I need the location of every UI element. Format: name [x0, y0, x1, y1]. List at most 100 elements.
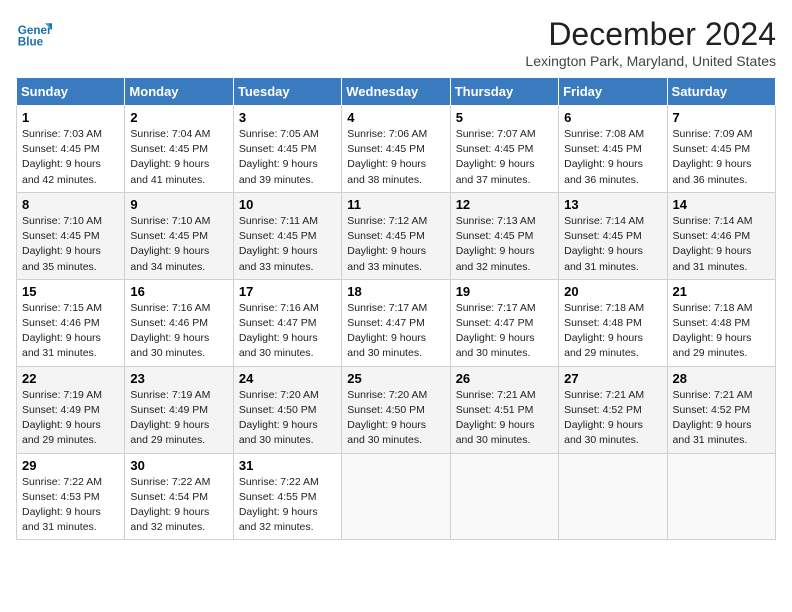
- day-number: 31: [239, 458, 336, 473]
- day-info: Sunrise: 7:12 AM Sunset: 4:45 PM Dayligh…: [347, 214, 444, 275]
- day-number: 10: [239, 197, 336, 212]
- header-sunday: Sunday: [17, 78, 125, 106]
- calendar-cell: [559, 453, 667, 540]
- day-info: Sunrise: 7:07 AM Sunset: 4:45 PM Dayligh…: [456, 127, 553, 188]
- day-info: Sunrise: 7:19 AM Sunset: 4:49 PM Dayligh…: [130, 388, 227, 449]
- page-header: General Blue December 2024 Lexington Par…: [16, 16, 776, 69]
- day-info: Sunrise: 7:19 AM Sunset: 4:49 PM Dayligh…: [22, 388, 119, 449]
- day-number: 9: [130, 197, 227, 212]
- calendar-cell: 24 Sunrise: 7:20 AM Sunset: 4:50 PM Dayl…: [233, 366, 341, 453]
- calendar-cell: 11 Sunrise: 7:12 AM Sunset: 4:45 PM Dayl…: [342, 192, 450, 279]
- day-info: Sunrise: 7:15 AM Sunset: 4:46 PM Dayligh…: [22, 301, 119, 362]
- day-info: Sunrise: 7:18 AM Sunset: 4:48 PM Dayligh…: [564, 301, 661, 362]
- day-info: Sunrise: 7:20 AM Sunset: 4:50 PM Dayligh…: [347, 388, 444, 449]
- header-friday: Friday: [559, 78, 667, 106]
- calendar-cell: 14 Sunrise: 7:14 AM Sunset: 4:46 PM Dayl…: [667, 192, 775, 279]
- month-title: December 2024: [525, 16, 776, 53]
- day-info: Sunrise: 7:06 AM Sunset: 4:45 PM Dayligh…: [347, 127, 444, 188]
- calendar-week-row: 8 Sunrise: 7:10 AM Sunset: 4:45 PM Dayli…: [17, 192, 776, 279]
- calendar-cell: 23 Sunrise: 7:19 AM Sunset: 4:49 PM Dayl…: [125, 366, 233, 453]
- calendar-cell: 7 Sunrise: 7:09 AM Sunset: 4:45 PM Dayli…: [667, 106, 775, 193]
- day-number: 28: [673, 371, 770, 386]
- day-info: Sunrise: 7:20 AM Sunset: 4:50 PM Dayligh…: [239, 388, 336, 449]
- day-info: Sunrise: 7:21 AM Sunset: 4:52 PM Dayligh…: [564, 388, 661, 449]
- header-monday: Monday: [125, 78, 233, 106]
- header-saturday: Saturday: [667, 78, 775, 106]
- calendar-week-row: 15 Sunrise: 7:15 AM Sunset: 4:46 PM Dayl…: [17, 279, 776, 366]
- day-info: Sunrise: 7:22 AM Sunset: 4:53 PM Dayligh…: [22, 475, 119, 536]
- calendar-week-row: 1 Sunrise: 7:03 AM Sunset: 4:45 PM Dayli…: [17, 106, 776, 193]
- day-number: 5: [456, 110, 553, 125]
- day-info: Sunrise: 7:22 AM Sunset: 4:55 PM Dayligh…: [239, 475, 336, 536]
- calendar-cell: 21 Sunrise: 7:18 AM Sunset: 4:48 PM Dayl…: [667, 279, 775, 366]
- day-number: 7: [673, 110, 770, 125]
- logo: General Blue: [16, 16, 52, 52]
- svg-text:Blue: Blue: [18, 36, 44, 49]
- day-info: Sunrise: 7:13 AM Sunset: 4:45 PM Dayligh…: [456, 214, 553, 275]
- calendar-cell: 22 Sunrise: 7:19 AM Sunset: 4:49 PM Dayl…: [17, 366, 125, 453]
- day-number: 19: [456, 284, 553, 299]
- day-info: Sunrise: 7:08 AM Sunset: 4:45 PM Dayligh…: [564, 127, 661, 188]
- day-info: Sunrise: 7:03 AM Sunset: 4:45 PM Dayligh…: [22, 127, 119, 188]
- calendar-cell: 30 Sunrise: 7:22 AM Sunset: 4:54 PM Dayl…: [125, 453, 233, 540]
- day-number: 29: [22, 458, 119, 473]
- day-info: Sunrise: 7:05 AM Sunset: 4:45 PM Dayligh…: [239, 127, 336, 188]
- calendar-cell: [667, 453, 775, 540]
- day-number: 25: [347, 371, 444, 386]
- day-number: 4: [347, 110, 444, 125]
- day-info: Sunrise: 7:16 AM Sunset: 4:46 PM Dayligh…: [130, 301, 227, 362]
- logo-icon: General Blue: [16, 16, 52, 52]
- calendar-table: SundayMondayTuesdayWednesdayThursdayFrid…: [16, 77, 776, 540]
- calendar-cell: 29 Sunrise: 7:22 AM Sunset: 4:53 PM Dayl…: [17, 453, 125, 540]
- day-number: 8: [22, 197, 119, 212]
- day-number: 12: [456, 197, 553, 212]
- day-info: Sunrise: 7:11 AM Sunset: 4:45 PM Dayligh…: [239, 214, 336, 275]
- calendar-cell: 10 Sunrise: 7:11 AM Sunset: 4:45 PM Dayl…: [233, 192, 341, 279]
- day-number: 17: [239, 284, 336, 299]
- day-info: Sunrise: 7:10 AM Sunset: 4:45 PM Dayligh…: [22, 214, 119, 275]
- calendar-cell: 26 Sunrise: 7:21 AM Sunset: 4:51 PM Dayl…: [450, 366, 558, 453]
- calendar-cell: 3 Sunrise: 7:05 AM Sunset: 4:45 PM Dayli…: [233, 106, 341, 193]
- day-number: 16: [130, 284, 227, 299]
- day-info: Sunrise: 7:10 AM Sunset: 4:45 PM Dayligh…: [130, 214, 227, 275]
- calendar-cell: 12 Sunrise: 7:13 AM Sunset: 4:45 PM Dayl…: [450, 192, 558, 279]
- day-number: 21: [673, 284, 770, 299]
- calendar-cell: 27 Sunrise: 7:21 AM Sunset: 4:52 PM Dayl…: [559, 366, 667, 453]
- calendar-cell: [450, 453, 558, 540]
- calendar-week-row: 29 Sunrise: 7:22 AM Sunset: 4:53 PM Dayl…: [17, 453, 776, 540]
- day-info: Sunrise: 7:16 AM Sunset: 4:47 PM Dayligh…: [239, 301, 336, 362]
- title-area: December 2024 Lexington Park, Maryland, …: [525, 16, 776, 69]
- day-number: 26: [456, 371, 553, 386]
- calendar-cell: 2 Sunrise: 7:04 AM Sunset: 4:45 PM Dayli…: [125, 106, 233, 193]
- day-number: 27: [564, 371, 661, 386]
- day-info: Sunrise: 7:04 AM Sunset: 4:45 PM Dayligh…: [130, 127, 227, 188]
- calendar-cell: 16 Sunrise: 7:16 AM Sunset: 4:46 PM Dayl…: [125, 279, 233, 366]
- day-info: Sunrise: 7:14 AM Sunset: 4:45 PM Dayligh…: [564, 214, 661, 275]
- calendar-header-row: SundayMondayTuesdayWednesdayThursdayFrid…: [17, 78, 776, 106]
- day-number: 20: [564, 284, 661, 299]
- calendar-cell: 18 Sunrise: 7:17 AM Sunset: 4:47 PM Dayl…: [342, 279, 450, 366]
- day-info: Sunrise: 7:09 AM Sunset: 4:45 PM Dayligh…: [673, 127, 770, 188]
- calendar-cell: 25 Sunrise: 7:20 AM Sunset: 4:50 PM Dayl…: [342, 366, 450, 453]
- day-number: 30: [130, 458, 227, 473]
- day-number: 24: [239, 371, 336, 386]
- day-number: 13: [564, 197, 661, 212]
- day-info: Sunrise: 7:17 AM Sunset: 4:47 PM Dayligh…: [456, 301, 553, 362]
- calendar-cell: 4 Sunrise: 7:06 AM Sunset: 4:45 PM Dayli…: [342, 106, 450, 193]
- day-number: 6: [564, 110, 661, 125]
- day-number: 15: [22, 284, 119, 299]
- calendar-cell: 28 Sunrise: 7:21 AM Sunset: 4:52 PM Dayl…: [667, 366, 775, 453]
- calendar-cell: 17 Sunrise: 7:16 AM Sunset: 4:47 PM Dayl…: [233, 279, 341, 366]
- day-number: 18: [347, 284, 444, 299]
- calendar-cell: 31 Sunrise: 7:22 AM Sunset: 4:55 PM Dayl…: [233, 453, 341, 540]
- day-number: 22: [22, 371, 119, 386]
- calendar-cell: 15 Sunrise: 7:15 AM Sunset: 4:46 PM Dayl…: [17, 279, 125, 366]
- day-info: Sunrise: 7:21 AM Sunset: 4:51 PM Dayligh…: [456, 388, 553, 449]
- day-number: 2: [130, 110, 227, 125]
- day-info: Sunrise: 7:18 AM Sunset: 4:48 PM Dayligh…: [673, 301, 770, 362]
- calendar-cell: 8 Sunrise: 7:10 AM Sunset: 4:45 PM Dayli…: [17, 192, 125, 279]
- calendar-cell: 19 Sunrise: 7:17 AM Sunset: 4:47 PM Dayl…: [450, 279, 558, 366]
- day-info: Sunrise: 7:14 AM Sunset: 4:46 PM Dayligh…: [673, 214, 770, 275]
- header-wednesday: Wednesday: [342, 78, 450, 106]
- day-info: Sunrise: 7:21 AM Sunset: 4:52 PM Dayligh…: [673, 388, 770, 449]
